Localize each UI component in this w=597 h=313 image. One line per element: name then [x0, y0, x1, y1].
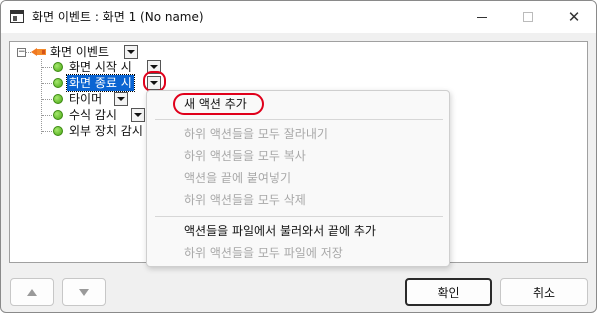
root-expander[interactable]: −: [17, 48, 26, 57]
tree-line: [42, 115, 52, 116]
tree-line: [42, 99, 52, 100]
tree-item-label: 화면 시작 시: [69, 60, 132, 74]
menu-separator: [155, 216, 443, 217]
window-icon: [10, 10, 24, 23]
move-down-button[interactable]: [62, 278, 106, 306]
move-up-button[interactable]: [10, 278, 54, 306]
minimize-icon: [477, 16, 487, 18]
root-dropdown-button[interactable]: [124, 45, 138, 59]
green-dot-icon: [53, 62, 63, 72]
chevron-down-icon: [150, 65, 158, 69]
tree-line: [42, 67, 52, 68]
tree-item-label: 수식 감시: [69, 108, 117, 122]
green-dot-icon: [53, 110, 63, 120]
tree-item-label: 외부 장치 감시: [69, 124, 143, 138]
chevron-down-icon: [117, 97, 125, 101]
annotation-circle: [143, 71, 166, 92]
window-title: 화면 이벤트 : 화면 1 (No name): [32, 10, 204, 24]
tree-line: [42, 131, 52, 132]
timer-dropdown-button[interactable]: [114, 92, 128, 106]
annotation-circle: [173, 93, 264, 115]
close-button[interactable]: ✕: [551, 1, 596, 33]
green-dot-icon: [53, 78, 63, 88]
green-dot-icon: [53, 126, 63, 136]
menu-item-paste-end[interactable]: 액션을 끝에 붙여넣기: [147, 167, 449, 189]
tree-item-label: 화면 종료 시: [66, 74, 135, 92]
close-icon: ✕: [567, 8, 581, 26]
menu-separator: [155, 119, 443, 120]
chevron-down-icon: [127, 50, 135, 54]
tree-line: [42, 83, 52, 84]
menu-item-cut-all[interactable]: 하위 액션들을 모두 잘라내기: [147, 123, 449, 145]
cancel-button[interactable]: 취소: [500, 278, 588, 306]
minimize-button[interactable]: [459, 1, 505, 33]
ok-button[interactable]: 확인: [405, 278, 492, 306]
menu-item-save-to-file[interactable]: 하위 액션들을 모두 파일에 저장: [147, 242, 449, 264]
tree-line: [41, 59, 42, 134]
title-bar: 화면 이벤트 : 화면 1 (No name) ✕: [1, 1, 596, 33]
maximize-button[interactable]: [505, 1, 551, 33]
arrow-up-icon: [27, 288, 37, 296]
menu-item-copy-all[interactable]: 하위 액션들을 모두 복사: [147, 145, 449, 167]
context-menu: 새 액션 추가 하위 액션들을 모두 잘라내기 하위 액션들을 모두 복사 액션…: [146, 90, 450, 267]
formula-dropdown-button[interactable]: [131, 108, 145, 122]
maximize-icon: [523, 12, 533, 22]
green-dot-icon: [53, 94, 63, 104]
event-flag-icon: [31, 48, 46, 56]
event-dialog: 화면 이벤트 : 화면 1 (No name) ✕ − 화면 이벤트 화면 시작…: [0, 0, 597, 313]
menu-item-load-from-file[interactable]: 액션들을 파일에서 불러와서 끝에 추가: [147, 220, 449, 242]
tree-root-label: 화면 이벤트: [50, 45, 110, 59]
tree-item-label: 타이머: [69, 92, 103, 106]
chevron-down-icon: [134, 113, 142, 117]
arrow-down-icon: [79, 288, 89, 296]
menu-item-delete-all[interactable]: 하위 액션들을 모두 삭제: [147, 189, 449, 211]
